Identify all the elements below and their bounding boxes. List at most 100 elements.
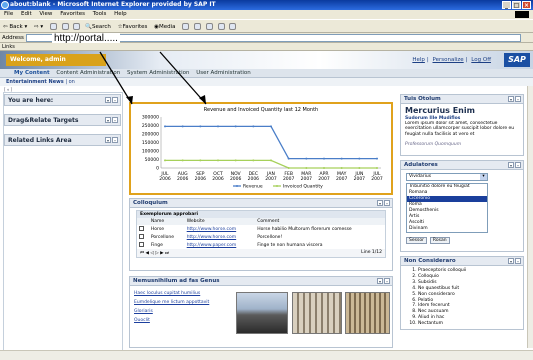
left-navigation-panel <box>3 92 123 356</box>
news-header: Nemusnihilum ad fas Genus ▾ – <box>130 277 392 286</box>
tab-system-administration[interactable]: System Administration <box>127 70 190 76</box>
row-website-link[interactable]: http://www.horse.com <box>185 233 256 241</box>
adulatores-select[interactable]: Vividarius ▾ <box>406 173 488 181</box>
row-name: Finge <box>150 242 163 248</box>
column-comment[interactable]: Comment <box>255 218 385 225</box>
maximize-button[interactable]: □ <box>512 1 521 9</box>
tab-entertainment-news[interactable]: Entertainment News <box>6 79 64 85</box>
menu-help[interactable]: Help <box>114 11 127 17</box>
consider-portlet: Non Consideraro ▾– Praeceptoris colloqui… <box>400 256 524 330</box>
data-point <box>270 125 272 128</box>
sessor-button[interactable]: Sessor <box>406 237 427 244</box>
vertical-scrollbar[interactable] <box>527 86 533 348</box>
listbox-option[interactable]: Divinam <box>407 226 487 232</box>
column-name[interactable]: Name <box>149 218 185 225</box>
stop-icon[interactable] <box>49 23 57 30</box>
favorites-button[interactable]: ☆Favorites <box>118 24 148 30</box>
personalize-link[interactable]: Personalize <box>433 57 464 63</box>
window-title-bar: about:blank - Microsoft Internet Explore… <box>0 0 533 10</box>
tab-content-administration[interactable]: Content Administration <box>56 70 120 76</box>
data-point <box>305 167 308 169</box>
x-tick-label: 2007 <box>265 176 277 182</box>
colloquium-table: Name Website Comment Horse http://www.hor… <box>137 218 385 249</box>
logoff-link[interactable]: Log Off <box>471 57 491 63</box>
sap-logo: SAP <box>504 53 530 67</box>
back-button[interactable]: ⇦ Back ▾ <box>3 24 27 30</box>
options-icon[interactable]: ▾ <box>377 200 383 206</box>
news-link-3[interactable]: Gloriaris <box>134 307 209 316</box>
collapse-icon[interactable]: – <box>384 278 390 284</box>
collapse-icon[interactable]: – <box>515 258 521 264</box>
you-are-here-box[interactable]: You are here: ▾ – <box>4 94 121 106</box>
news-link-1[interactable]: Haec loculus cupitat humilius <box>134 289 209 298</box>
row-website-link[interactable]: http://www.horse.com <box>185 225 256 233</box>
y-tick-label: 50000 <box>145 157 159 163</box>
history-icon[interactable] <box>182 23 190 30</box>
tab-my-content[interactable]: My Content <box>14 70 50 76</box>
table-row[interactable]: Horse http://www.horse.com Horse habilio M… <box>137 225 385 233</box>
collapse-icon[interactable]: – <box>112 137 118 143</box>
x-tick-label: 2006 <box>230 176 242 182</box>
drag-relate-targets-box[interactable]: Drag&Relate Targets ▾ – <box>4 114 121 126</box>
column-website[interactable]: Website <box>185 218 256 225</box>
rosan-button[interactable]: Rosan <box>429 237 450 244</box>
forward-button[interactable]: ⇨ ▾ <box>34 24 43 30</box>
options-icon[interactable]: ▾ <box>508 162 514 168</box>
collapse-icon[interactable]: – <box>384 200 390 206</box>
options-icon[interactable]: ▾ <box>105 117 111 123</box>
y-tick-label: 100000 <box>142 149 159 155</box>
collapse-icon[interactable]: – <box>515 162 521 168</box>
home-icon[interactable] <box>73 23 81 30</box>
row-checkbox[interactable] <box>139 226 144 231</box>
data-point <box>217 125 219 128</box>
help-link[interactable]: Help <box>412 57 425 63</box>
colloquium-portlet: Colloquium ▾ – Exemplorum approbari Name … <box>129 198 393 271</box>
options-icon[interactable]: ▾ <box>377 278 383 284</box>
data-point <box>376 157 378 160</box>
menu-file[interactable]: File <box>4 11 13 17</box>
collapse-icon[interactable]: – <box>112 97 118 103</box>
colloquium-title: Colloquium <box>133 200 168 206</box>
row-checkbox[interactable] <box>139 242 144 247</box>
menu-favorites[interactable]: Favorites <box>60 11 85 17</box>
print-icon[interactable] <box>205 23 213 30</box>
menu-view[interactable]: View <box>39 11 52 17</box>
menu-tools[interactable]: Tools <box>93 11 107 17</box>
tab-user-administration[interactable]: User Administration <box>196 70 251 76</box>
table-row[interactable]: Finge http://www.paper.com Finge te non hu… <box>137 241 385 249</box>
news-link-4[interactable]: Ouoclit <box>134 316 209 325</box>
row-website-link[interactable]: http://www.paper.com <box>185 241 256 249</box>
data-point <box>234 159 237 162</box>
collapse-icon[interactable]: – <box>515 96 521 102</box>
row-checkbox[interactable] <box>139 234 144 239</box>
mail-icon[interactable] <box>194 23 202 30</box>
search-button[interactable]: 🔍Search <box>85 24 111 30</box>
media-button[interactable]: ◉Media <box>154 24 175 30</box>
options-icon[interactable]: ▾ <box>508 258 514 264</box>
pager-controls[interactable]: ⏮ ◀ ◁ ▷ ▶ ⏭ <box>140 250 169 256</box>
ie-icon <box>1 1 9 9</box>
news-link-2[interactable]: Eumdelique me lictum appottavit <box>134 298 209 307</box>
discuss-icon[interactable] <box>229 23 237 30</box>
adulatores-listbox[interactable]: Tribunitio dolore eu feugiat Romana Cicero… <box>406 183 488 233</box>
refresh-icon[interactable] <box>61 23 69 30</box>
tab-on[interactable]: on <box>69 79 75 85</box>
minimize-button[interactable]: _ <box>502 1 511 9</box>
menu-edit[interactable]: Edit <box>21 11 32 17</box>
horizontal-scrollbar[interactable] <box>0 350 533 360</box>
x-tick-label: 2006 <box>212 176 224 182</box>
x-tick-label: 2007 <box>318 176 330 182</box>
related-links-box[interactable]: Related Links Area ▾ – <box>4 134 121 146</box>
collapse-icon[interactable]: – <box>112 117 118 123</box>
data-point <box>270 159 272 162</box>
data-point <box>181 159 184 162</box>
table-row[interactable]: Porcellone http://www.horse.com Porcellone… <box>137 233 385 241</box>
x-tick-label: 2007 <box>371 176 383 182</box>
options-icon[interactable]: ▾ <box>508 96 514 102</box>
edit-icon[interactable] <box>217 23 225 30</box>
close-button[interactable]: × <box>522 1 531 9</box>
options-icon[interactable]: ▾ <box>105 137 111 143</box>
links-label[interactable]: Links <box>2 44 15 50</box>
legend-label: Revenue <box>243 184 263 190</box>
options-icon[interactable]: ▾ <box>105 97 111 103</box>
